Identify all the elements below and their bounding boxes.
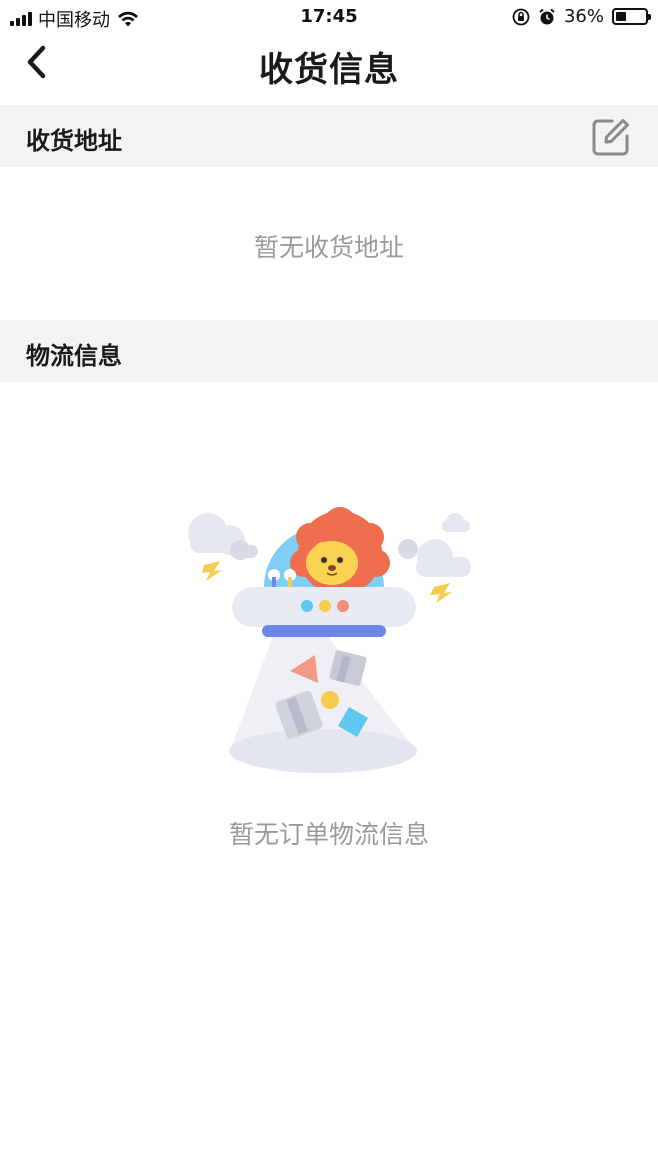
battery-icon: [612, 8, 651, 25]
empty-ufo-lion-illustration: [188, 507, 471, 773]
edit-icon: [592, 119, 629, 156]
edit-address-button[interactable]: [590, 116, 632, 158]
nav-bar: 收货信息: [0, 34, 658, 104]
cloud-right-icon: [398, 513, 471, 577]
lightning-right-icon: [430, 583, 452, 603]
address-empty-text: 暂无收货地址: [253, 233, 404, 262]
logistics-section-title: 物流信息: [26, 342, 122, 370]
status-bar: 中国移动 17:45 36%: [0, 0, 658, 34]
address-section-header: 收货地址: [0, 105, 658, 167]
battery-level: [616, 12, 627, 21]
lightning-left-icon: [202, 561, 222, 581]
address-section-title: 收货地址: [26, 127, 122, 155]
status-bar-right: 36%: [512, 6, 651, 27]
page-title: 收货信息: [259, 50, 399, 90]
logistics-section-header: 物流信息: [0, 320, 658, 382]
logistics-empty-text: 暂无订单物流信息: [228, 820, 429, 849]
battery-percent: 36%: [563, 6, 604, 27]
alarm-icon: [539, 8, 555, 24]
orientation-lock-icon: [512, 8, 530, 25]
cloud-left-icon: [188, 513, 258, 560]
